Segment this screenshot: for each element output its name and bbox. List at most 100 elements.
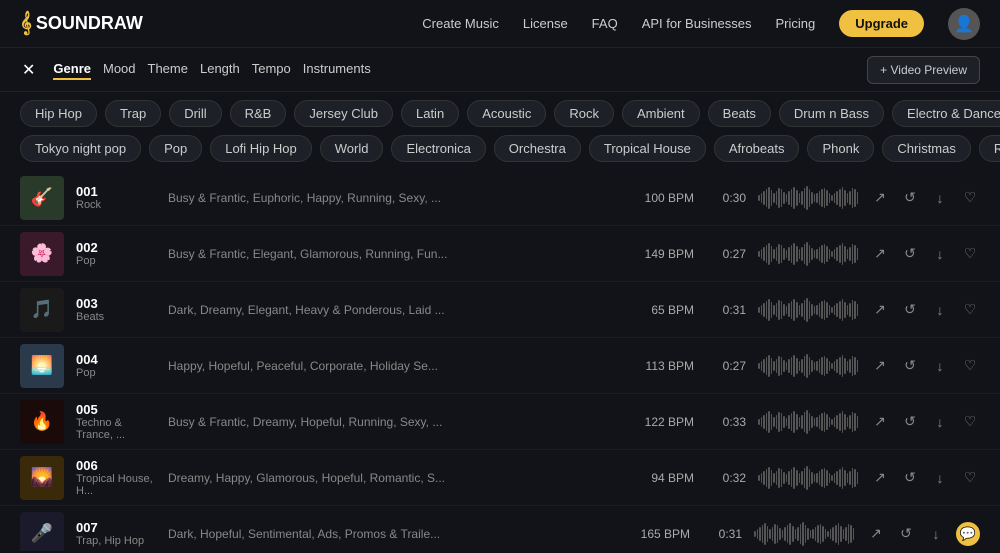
track-row[interactable]: 🎸 001 Rock Busy & Frantic, Euphoric, Hap… (0, 170, 1000, 226)
share-icon[interactable]: ↗ (870, 189, 890, 206)
track-row[interactable]: 🎤 007 Trap, Hip Hop Dark, Hopeful, Senti… (0, 506, 1000, 551)
download-icon[interactable]: ↓ (926, 526, 946, 542)
track-genre: Pop (76, 367, 156, 379)
genre-tag-reggae[interactable]: Reggae (979, 135, 1000, 162)
genre-tag-jersey-club[interactable]: Jersey Club (294, 100, 393, 127)
heart-icon[interactable]: ♡ (960, 413, 980, 430)
track-thumbnail: 🔥 (20, 400, 64, 444)
nav-faq[interactable]: FAQ (592, 16, 618, 31)
filter-tab-instruments[interactable]: Instruments (303, 59, 371, 80)
genre-tag-electro-and-dance[interactable]: Electro & Dance (892, 100, 1000, 127)
upgrade-button[interactable]: Upgrade (839, 10, 924, 37)
nav-pricing[interactable]: Pricing (776, 16, 816, 31)
genre-tag-orchestra[interactable]: Orchestra (494, 135, 581, 162)
loop-icon[interactable]: ↺ (896, 525, 916, 542)
track-waveform[interactable] (758, 352, 858, 380)
nav-api[interactable]: API for Businesses (642, 16, 752, 31)
genre-tag-trap[interactable]: Trap (105, 100, 161, 127)
heart-icon[interactable]: ♡ (960, 469, 980, 486)
nav-create-music[interactable]: Create Music (422, 16, 499, 31)
filter-tab-length[interactable]: Length (200, 59, 240, 80)
chat-bubble-icon[interactable]: 💬 (956, 522, 980, 546)
track-waveform[interactable] (754, 520, 854, 548)
genre-tag-tropical-house[interactable]: Tropical House (589, 135, 706, 162)
share-icon[interactable]: ↗ (870, 469, 890, 486)
genre-tag-phonk[interactable]: Phonk (807, 135, 874, 162)
download-icon[interactable]: ↓ (930, 302, 950, 318)
track-row[interactable]: 🌄 006 Tropical House, H... Dreamy, Happy… (0, 450, 1000, 506)
loop-icon[interactable]: ↺ (900, 189, 920, 206)
genre-tag-rock[interactable]: Rock (554, 100, 614, 127)
genre-tag-afrobeats[interactable]: Afrobeats (714, 135, 800, 162)
genre-tag-randb[interactable]: R&B (230, 100, 287, 127)
genre-tag-world[interactable]: World (320, 135, 384, 162)
filter-tab-genre[interactable]: Genre (53, 59, 91, 80)
share-icon[interactable]: ↗ (870, 357, 890, 374)
genre-tag-lofi-hip-hop[interactable]: Lofi Hip Hop (210, 135, 312, 162)
track-waveform[interactable] (758, 408, 858, 436)
heart-icon[interactable]: ♡ (960, 301, 980, 318)
track-number: 004 (76, 352, 156, 367)
loop-icon[interactable]: ↺ (900, 469, 920, 486)
track-number: 007 (76, 520, 156, 535)
track-row[interactable]: 🌸 002 Pop Busy & Frantic, Elegant, Glamo… (0, 226, 1000, 282)
track-actions: ↗ ↺ ↓ ♡ (870, 469, 980, 486)
share-icon[interactable]: ↗ (870, 301, 890, 318)
genre-tag-electronica[interactable]: Electronica (391, 135, 485, 162)
heart-icon[interactable]: ♡ (960, 189, 980, 206)
track-waveform[interactable] (758, 240, 858, 268)
track-thumbnail: 🌄 (20, 456, 64, 500)
heart-icon[interactable]: ♡ (960, 357, 980, 374)
track-thumbnail: 🎸 (20, 176, 64, 220)
genre-tag-ambient[interactable]: Ambient (622, 100, 700, 127)
genre-tag-beats[interactable]: Beats (708, 100, 771, 127)
download-icon[interactable]: ↓ (930, 470, 950, 486)
track-row[interactable]: 🎵 003 Beats Dark, Dreamy, Elegant, Heavy… (0, 282, 1000, 338)
download-icon[interactable]: ↓ (930, 358, 950, 374)
track-number-genre: 006 Tropical House, H... (76, 458, 156, 497)
track-waveform[interactable] (758, 296, 858, 324)
share-icon[interactable]: ↗ (870, 413, 890, 430)
filter-tab-tempo[interactable]: Tempo (252, 59, 291, 80)
track-bpm: 149 BPM (624, 247, 694, 261)
download-icon[interactable]: ↓ (930, 414, 950, 430)
genre-tag-latin[interactable]: Latin (401, 100, 459, 127)
share-icon[interactable]: ↗ (866, 525, 886, 542)
avatar[interactable]: 👤 (948, 8, 980, 40)
genre-tag-christmas[interactable]: Christmas (882, 135, 971, 162)
track-bpm: 100 BPM (624, 191, 694, 205)
filter-tab-theme[interactable]: Theme (148, 59, 188, 80)
logo[interactable]: 𝄞 SOUNDRAW (20, 12, 143, 35)
track-thumbnail: 🎤 (20, 512, 64, 552)
video-preview-button[interactable]: + Video Preview (867, 56, 980, 84)
filter-tab-mood[interactable]: Mood (103, 59, 136, 80)
track-tags: Dark, Hopeful, Sentimental, Ads, Promos … (168, 527, 608, 541)
track-waveform[interactable] (758, 464, 858, 492)
track-waveform[interactable] (758, 184, 858, 212)
share-icon[interactable]: ↗ (870, 245, 890, 262)
genre-tag-drill[interactable]: Drill (169, 100, 221, 127)
heart-icon[interactable]: ♡ (960, 245, 980, 262)
track-tags: Dreamy, Happy, Glamorous, Hopeful, Roman… (168, 471, 612, 485)
track-duration: 0:30 (706, 191, 746, 205)
download-icon[interactable]: ↓ (930, 246, 950, 262)
genre-tag-hip-hop[interactable]: Hip Hop (20, 100, 97, 127)
download-icon[interactable]: ↓ (930, 190, 950, 206)
track-tags: Busy & Frantic, Euphoric, Happy, Running… (168, 191, 612, 205)
loop-icon[interactable]: ↺ (900, 413, 920, 430)
track-duration: 0:27 (706, 359, 746, 373)
genre-tag-drum-n-bass[interactable]: Drum n Bass (779, 100, 884, 127)
genre-tag-acoustic[interactable]: Acoustic (467, 100, 546, 127)
loop-icon[interactable]: ↺ (900, 301, 920, 318)
track-number: 001 (76, 184, 156, 199)
main-nav: Create Music License FAQ API for Busines… (422, 8, 980, 40)
track-row[interactable]: 🌅 004 Pop Happy, Hopeful, Peaceful, Corp… (0, 338, 1000, 394)
loop-icon[interactable]: ↺ (900, 245, 920, 262)
loop-icon[interactable]: ↺ (900, 357, 920, 374)
genre-tag-pop[interactable]: Pop (149, 135, 202, 162)
genre-tag-tokyo-night-pop[interactable]: Tokyo night pop (20, 135, 141, 162)
nav-license[interactable]: License (523, 16, 568, 31)
track-row[interactable]: 🔥 005 Techno & Trance, ... Busy & Franti… (0, 394, 1000, 450)
track-duration: 0:31 (706, 303, 746, 317)
close-filter-button[interactable]: ✕ (20, 58, 37, 82)
